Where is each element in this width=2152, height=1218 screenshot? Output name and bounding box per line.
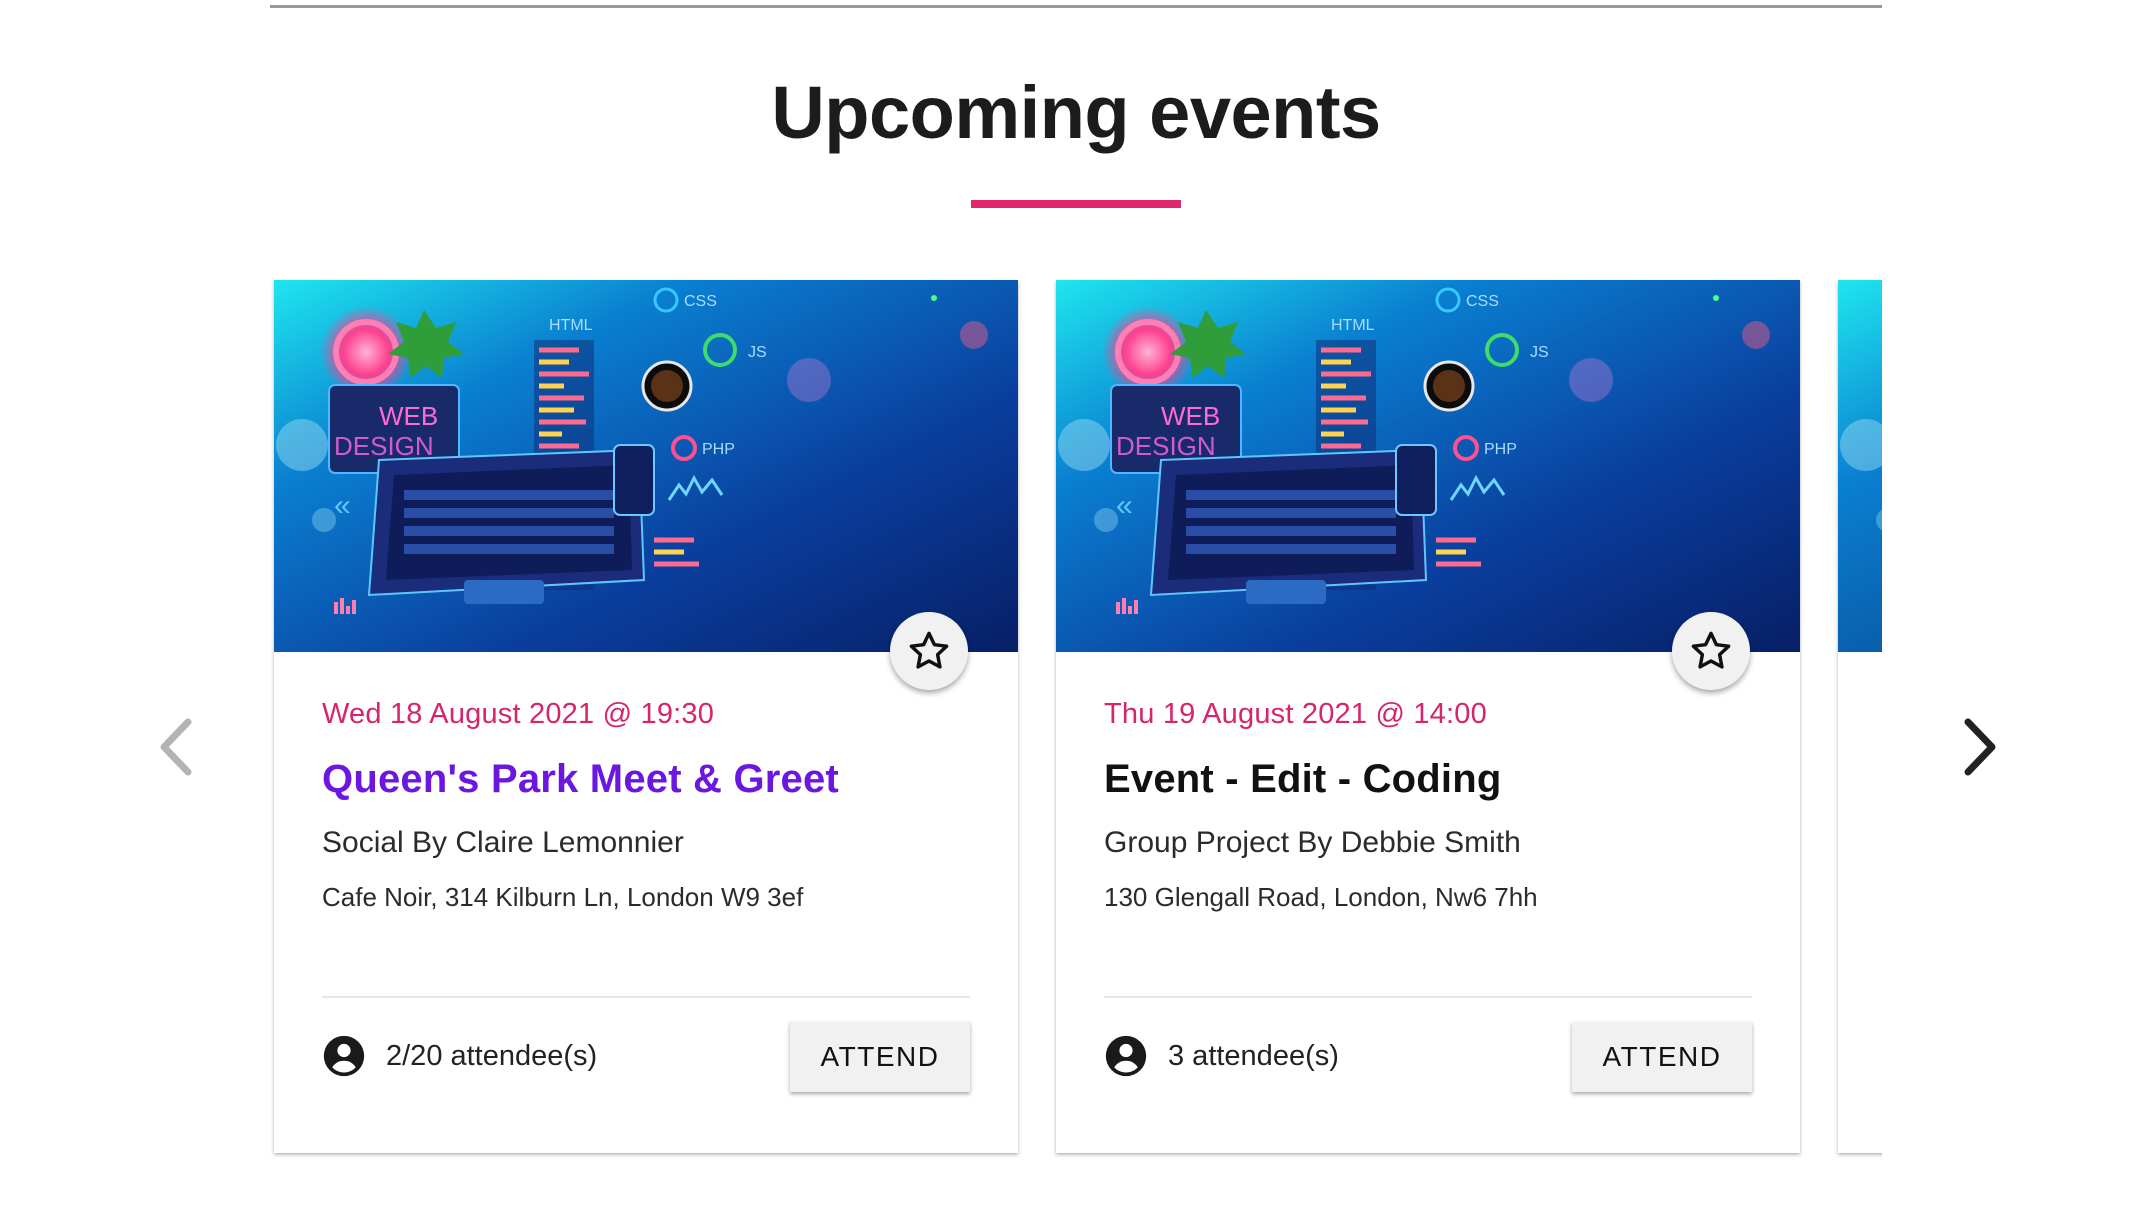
events-carousel: HTML CSS JS PHP WEB DESIGN « Wed 18 Augu… [270,270,1882,1170]
section-title: Upcoming events [771,71,1381,154]
svg-text:DESIGN: DESIGN [334,431,434,461]
event-card[interactable]: HTML CSS JS PHP WEB DESIGN [1056,280,1800,1153]
favorite-button[interactable] [1672,612,1750,690]
event-category-organizer: Group Project By Debbie Smith [1104,826,1521,859]
attendee-count-text: 3 attendee(s) [1168,1039,1339,1072]
card-footer: 3 attendee(s) ATTEND [1104,1020,1752,1100]
account-circle-icon [323,1035,365,1077]
star-icon [909,631,949,669]
svg-text:JS: JS [748,344,767,361]
card-divider [1104,996,1752,998]
svg-text:WEB: WEB [379,401,438,431]
event-date: Wed 18 August 2021 @ 19:30 [322,698,715,730]
svg-text:DESIGN: DESIGN [1116,431,1216,461]
svg-text:PHP: PHP [1484,441,1517,458]
event-image: HTML CSS JS PHP WEB DESIGN « [1056,280,1800,652]
svg-text:CSS: CSS [1466,293,1499,310]
attend-button[interactable]: ATTEND [1572,1022,1752,1092]
svg-text:HTML: HTML [549,317,593,334]
event-details: Thu 19 August 2021 @ 14:00 Event - Edit … [1104,698,1752,913]
event-category-organizer: Social By Claire Lemonnier [322,826,684,859]
card-footer: 2/20 attendee(s) ATTEND [322,1020,970,1100]
title-underline [971,200,1181,208]
star-icon [1691,631,1731,669]
event-date: Thu 19 August 2021 @ 14:00 [1104,698,1487,730]
svg-text:WEB: WEB [1161,401,1220,431]
event-card-partial[interactable] [1838,280,1882,1153]
event-image: HTML CSS JS PHP WEB DESIGN « [274,280,1018,652]
svg-text:HTML: HTML [1331,317,1375,334]
chevron-right-icon[interactable] [1950,712,2010,782]
event-details: Wed 18 August 2021 @ 19:30 Queen's Park … [322,698,970,913]
event-image [1838,280,1882,652]
svg-text:JS: JS [1530,344,1549,361]
attend-button[interactable]: ATTEND [790,1022,970,1092]
attendee-count: 3 attendee(s) [1104,1034,1339,1078]
attendee-count-text: 2/20 attendee(s) [386,1039,598,1072]
event-address: 130 Glengall Road, London, Nw6 7hh [1104,882,1538,912]
chevron-left-icon[interactable] [148,712,208,782]
top-divider [270,5,1882,8]
svg-text:«: « [334,489,351,522]
card-divider [322,996,970,998]
svg-text:«: « [1116,489,1133,522]
account-circle-icon [1105,1035,1147,1077]
event-title-link[interactable]: Queen's Park Meet & Greet [322,757,970,802]
event-title-link[interactable]: Event - Edit - Coding [1104,757,1752,802]
event-card[interactable]: HTML CSS JS PHP WEB DESIGN [274,280,1018,1153]
favorite-button[interactable] [890,612,968,690]
svg-text:PHP: PHP [702,441,735,458]
attendee-count: 2/20 attendee(s) [322,1034,597,1078]
svg-text:CSS: CSS [684,293,717,310]
event-address: Cafe Noir, 314 Kilburn Ln, London W9 3ef [322,882,804,912]
